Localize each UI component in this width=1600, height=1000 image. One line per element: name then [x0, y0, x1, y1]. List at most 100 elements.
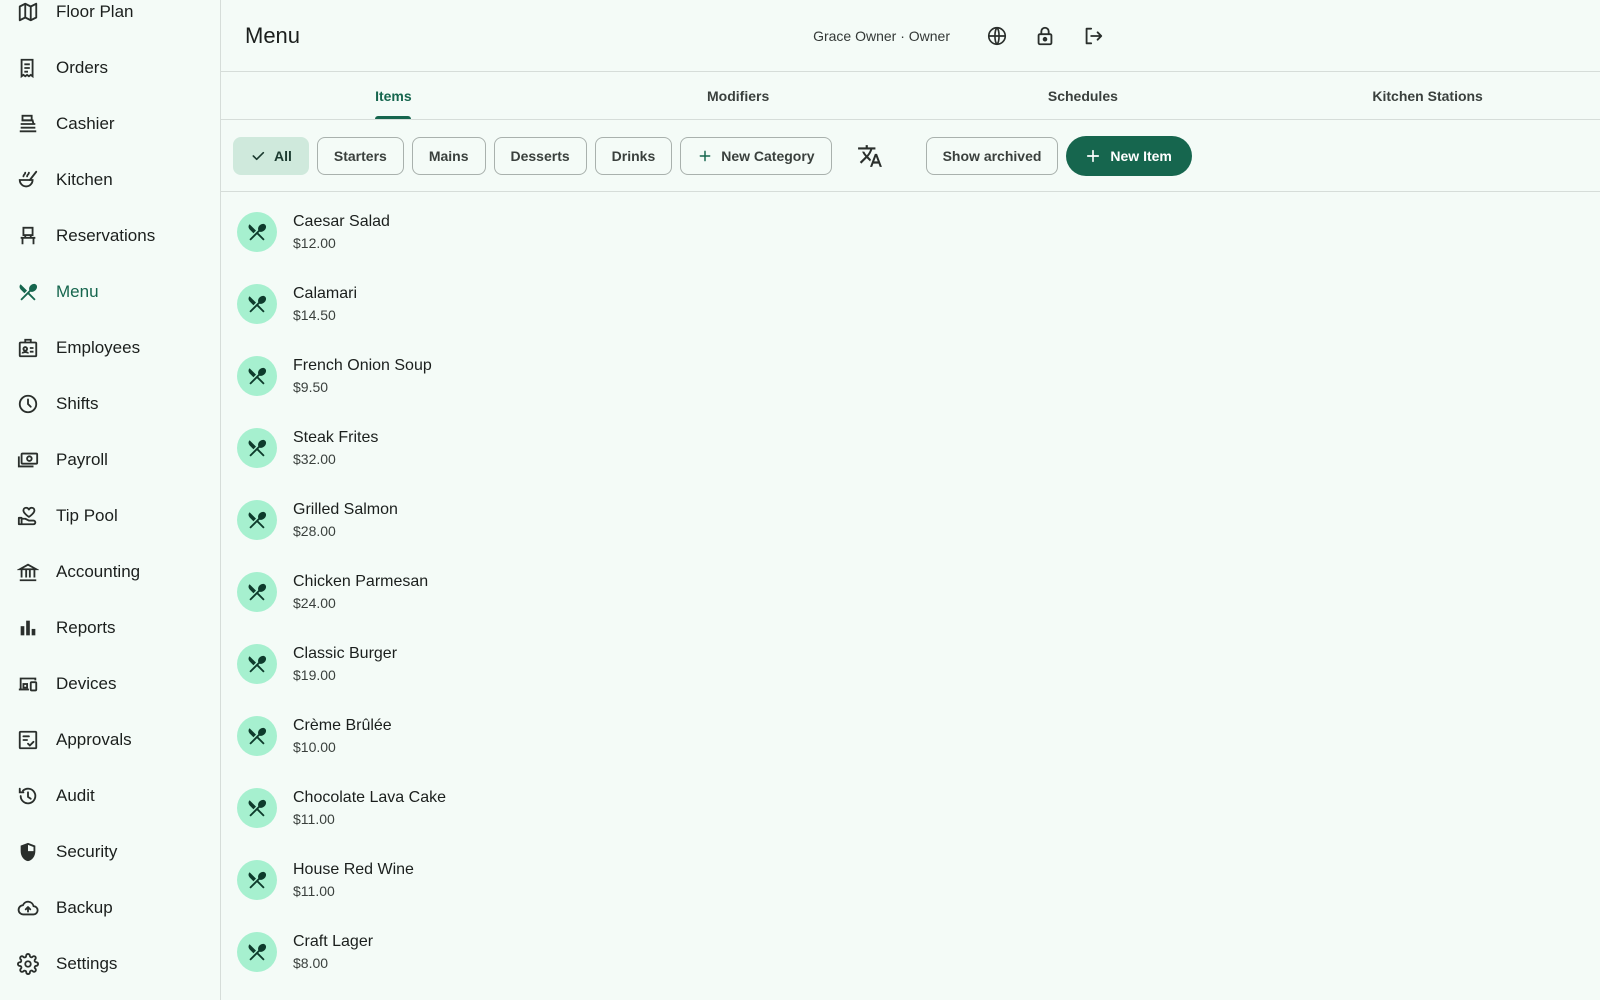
translate-button[interactable] [850, 136, 890, 176]
sidebar-item-label: Kitchen [56, 170, 113, 189]
item-text: Calamari $14.50 [293, 283, 357, 325]
tab-label: Modifiers [707, 87, 770, 104]
item-price: $11.00 [293, 811, 335, 827]
receipt-icon [16, 56, 40, 80]
list-item[interactable]: Steak Frites $32.00 [221, 412, 1600, 484]
sidebar-item-approvals[interactable]: Approvals [0, 712, 220, 768]
category-toolbar: All Starters Mains Desserts Drinks New C… [221, 120, 1600, 192]
sidebar-item-label: Reports [56, 618, 116, 637]
tab-label: Kitchen Stations [1372, 87, 1483, 104]
list-item[interactable]: Caesar Salad $12.00 [221, 196, 1600, 268]
sidebar-item-settings[interactable]: Settings [0, 936, 220, 992]
show-archived-button[interactable]: Show archived [925, 136, 1059, 175]
sidebar-item-reports[interactable]: Reports [0, 600, 220, 656]
sidebar-item-label: Floor Plan [56, 2, 134, 21]
list-item[interactable]: Chicken Parmesan $24.00 [221, 556, 1600, 628]
category-chip-mains[interactable]: Mains [411, 136, 486, 175]
utensils-icon [237, 284, 277, 324]
top-bar: Menu Grace Owner · Owner [221, 0, 1600, 72]
sidebar-item-menu[interactable]: Menu [0, 264, 220, 320]
badge-icon [16, 336, 40, 360]
main-content: Menu Grace Owner · Owner Items Modifiers… [221, 0, 1600, 1000]
gear-icon [16, 952, 40, 976]
sidebar-item-label: Orders [56, 58, 108, 77]
translate-icon [857, 144, 882, 167]
cloud-upload-icon [16, 896, 40, 920]
sidebar-item-cashier[interactable]: Cashier [0, 96, 220, 152]
globe-icon [987, 26, 1007, 45]
list-item[interactable]: Craft Lager $8.00 [221, 916, 1600, 988]
logout-button[interactable] [1074, 17, 1112, 55]
language-button[interactable] [978, 17, 1016, 55]
new-item-button[interactable]: New Item [1066, 135, 1192, 176]
sidebar-item-devices[interactable]: Devices [0, 656, 220, 712]
sidebar-item-label: Reservations [56, 226, 156, 245]
sidebar-item-shifts[interactable]: Shifts [0, 376, 220, 432]
category-chip-desserts[interactable]: Desserts [493, 136, 587, 175]
sidebar-item-orders[interactable]: Orders [0, 40, 220, 96]
sidebar-item-accounting[interactable]: Accounting [0, 544, 220, 600]
chair-icon [16, 224, 40, 248]
list-item[interactable]: Chocolate Lava Cake $11.00 [221, 772, 1600, 844]
sidebar-item-tip-pool[interactable]: Tip Pool [0, 488, 220, 544]
check-icon [250, 148, 266, 164]
lock-icon [1037, 26, 1053, 45]
plus-icon [697, 148, 713, 164]
sidebar-item-kitchen[interactable]: Kitchen [0, 152, 220, 208]
sidebar-item-reservations[interactable]: Reservations [0, 208, 220, 264]
history-icon [16, 784, 40, 808]
chip-label: All [274, 147, 292, 164]
list-item[interactable]: Grilled Salmon $28.00 [221, 484, 1600, 556]
hand-heart-icon [16, 504, 40, 528]
item-text: Caesar Salad $12.00 [293, 211, 390, 253]
item-price: $9.50 [293, 379, 329, 395]
sidebar-item-label: Employees [56, 338, 141, 357]
soup-icon [16, 168, 40, 192]
map-icon [16, 0, 40, 24]
list-item[interactable]: Calamari $14.50 [221, 268, 1600, 340]
chip-label: New Category [721, 147, 815, 164]
sidebar-item-label: Tip Pool [56, 506, 118, 525]
sidebar-item-label: Accounting [56, 562, 141, 581]
tab-modifiers[interactable]: Modifiers [566, 72, 911, 119]
shield-icon [16, 840, 40, 864]
item-price: $32.00 [293, 451, 336, 467]
clock-icon [16, 392, 40, 416]
sidebar-item-security[interactable]: Security [0, 824, 220, 880]
sidebar-item-backup[interactable]: Backup [0, 880, 220, 936]
list-item[interactable]: House Red Wine $11.00 [221, 844, 1600, 916]
item-name: French Onion Soup [293, 357, 432, 374]
sidebar-item-label: Menu [56, 282, 99, 301]
item-name: Calamari [293, 285, 358, 302]
payments-icon [16, 448, 40, 472]
category-chip-all[interactable]: All [233, 136, 309, 175]
chip-label: Starters [333, 147, 387, 164]
list-item[interactable]: Crème Brûlée $10.00 [221, 700, 1600, 772]
sidebar-item-label: Cashier [56, 114, 115, 133]
lock-button[interactable] [1026, 17, 1064, 55]
list-item[interactable]: French Onion Soup $9.50 [221, 340, 1600, 412]
list-item[interactable]: Classic Burger $19.00 [221, 628, 1600, 700]
category-chip-starters[interactable]: Starters [316, 136, 404, 175]
tab-items[interactable]: Items [221, 72, 566, 119]
item-price: $24.00 [293, 595, 336, 611]
sidebar-item-payroll[interactable]: Payroll [0, 432, 220, 488]
tab-bar: Items Modifiers Schedules Kitchen Statio… [221, 72, 1600, 120]
sidebar-item-floor-plan[interactable]: Floor Plan [0, 0, 220, 40]
logout-icon [1085, 27, 1103, 44]
tab-schedules[interactable]: Schedules [911, 72, 1256, 119]
item-name: Craft Lager [293, 933, 374, 950]
sidebar-item-audit[interactable]: Audit [0, 768, 220, 824]
tab-label: Items [375, 87, 412, 104]
checklist-icon [16, 728, 40, 752]
tab-kitchen-stations[interactable]: Kitchen Stations [1255, 72, 1600, 119]
page-title: Menu [245, 22, 301, 48]
utensils-icon [237, 572, 277, 612]
sidebar-item-employees[interactable]: Employees [0, 320, 220, 376]
utensils-icon [237, 212, 277, 252]
chip-label: Desserts [510, 147, 570, 164]
category-chip-drinks[interactable]: Drinks [594, 136, 673, 175]
new-category-button[interactable]: New Category [680, 136, 832, 175]
item-text: Steak Frites $32.00 [293, 427, 378, 469]
item-text: Chicken Parmesan $24.00 [293, 571, 428, 613]
